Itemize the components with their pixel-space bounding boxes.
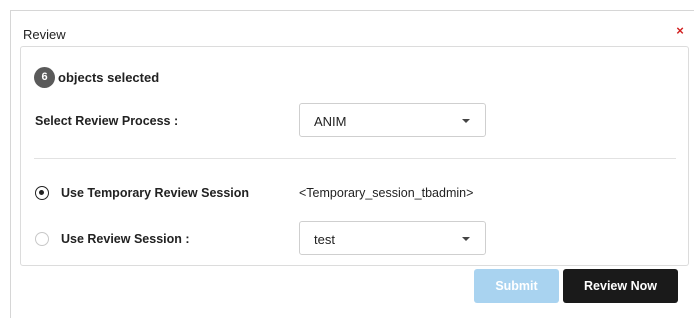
temporary-session-label[interactable]: Use Temporary Review Session — [61, 186, 249, 200]
selection-count-label: objects selected — [58, 70, 160, 85]
review-now-button[interactable]: Review Now — [563, 269, 678, 303]
dialog-title: Review — [23, 27, 66, 42]
review-session-value: test — [314, 232, 335, 247]
temporary-session-radio[interactable] — [35, 186, 49, 200]
close-icon[interactable]: × — [673, 24, 687, 38]
review-session-select[interactable]: test — [299, 221, 486, 255]
review-process-label: Select Review Process : — [35, 114, 179, 128]
chevron-down-icon — [462, 119, 470, 123]
chevron-down-icon — [462, 237, 470, 241]
selection-count-badge: 6 — [34, 67, 55, 88]
review-process-value: ANIM — [314, 114, 347, 129]
review-process-select[interactable]: ANIM — [299, 103, 486, 137]
review-session-radio[interactable] — [35, 232, 49, 246]
review-options-panel: 6 objects selected Select Review Process… — [20, 46, 689, 266]
section-divider — [34, 158, 676, 159]
temporary-session-name: <Temporary_session_tbadmin> — [299, 186, 474, 200]
submit-button[interactable]: Submit — [474, 269, 559, 303]
review-session-label[interactable]: Use Review Session : — [61, 232, 190, 246]
